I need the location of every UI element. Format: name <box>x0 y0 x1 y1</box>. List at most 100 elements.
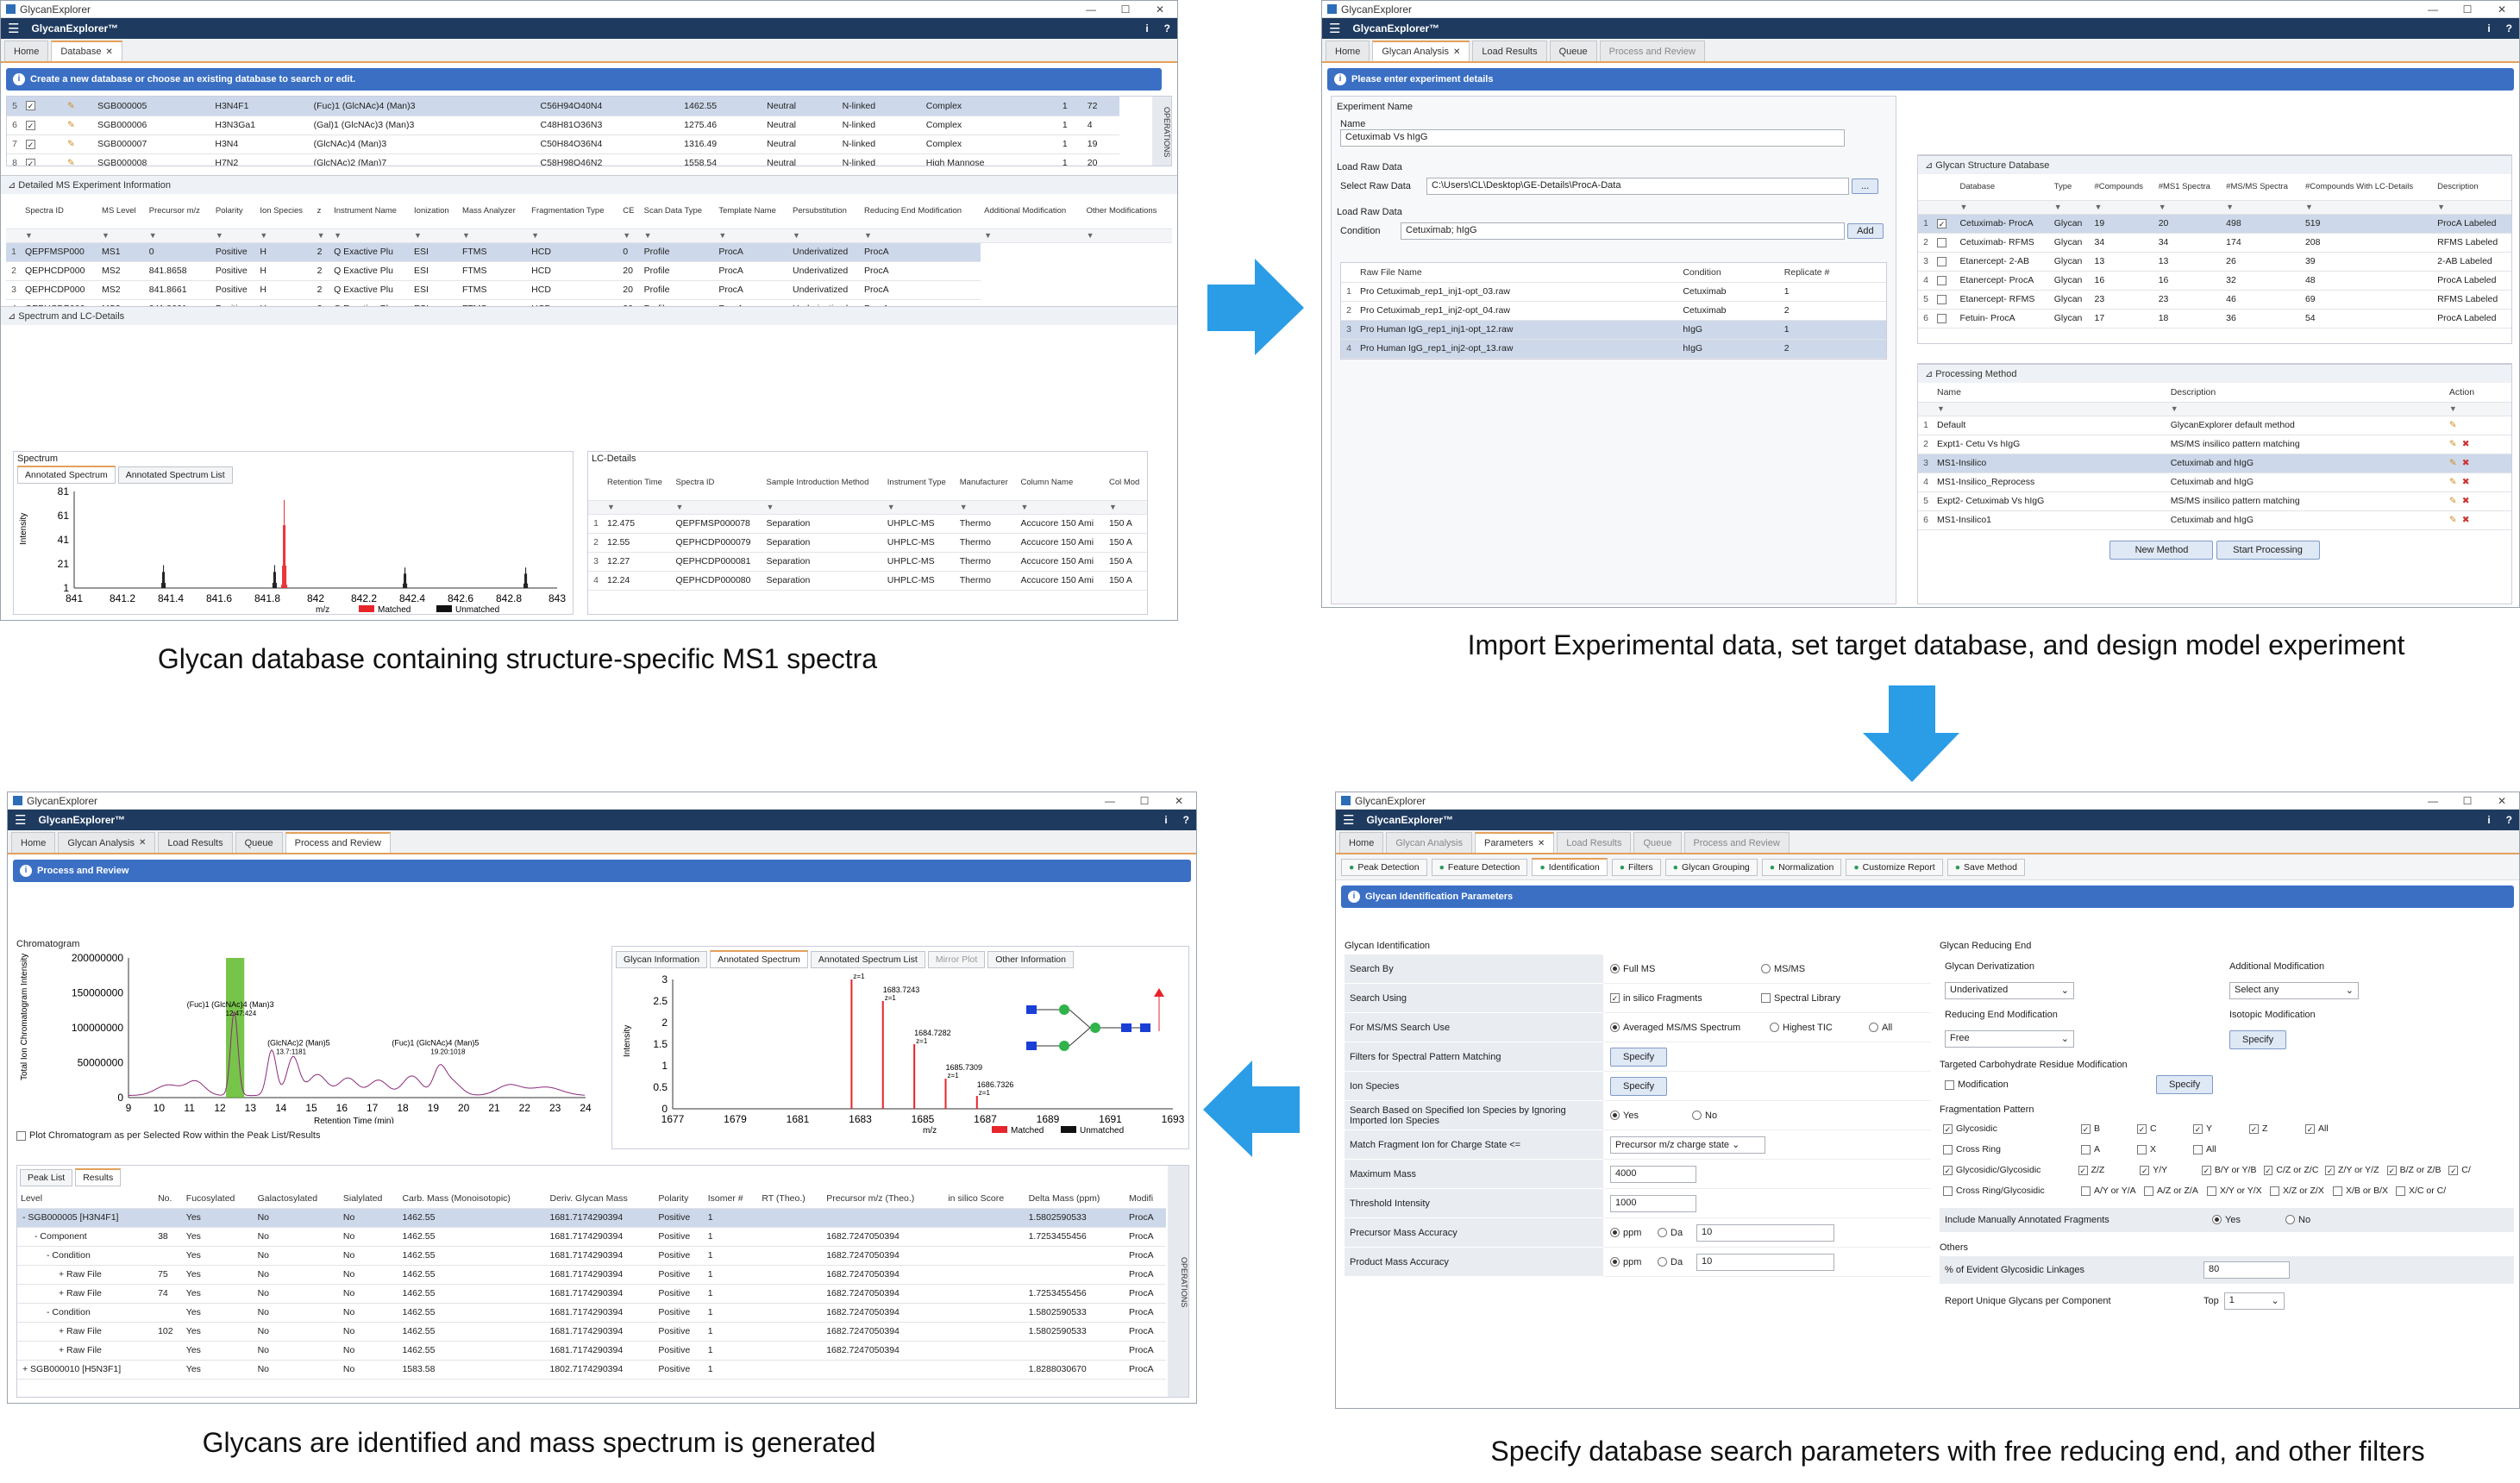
filter-cell[interactable]: ▼ <box>145 228 212 243</box>
help-icon[interactable]: ? <box>1183 814 1189 826</box>
table-row[interactable]: 6 MS1-Insilico1 Cetuximab and hIgG ✎ ✖ <box>1918 510 2511 530</box>
frag-checkbox[interactable] <box>1943 1144 1953 1154</box>
threshold-intensity-input[interactable]: 1000 <box>1610 1194 1696 1212</box>
tab-process-review[interactable]: Process and Review <box>1599 41 1705 61</box>
edit-icon[interactable]: ✎ <box>64 135 95 154</box>
column-header[interactable]: Scan Data Type <box>640 194 716 229</box>
tab-home[interactable]: Home <box>11 832 56 853</box>
table-row[interactable]: 8 ✓ ✎ SGB000008 H7N2 (GlcNAc)2 (Man)7 C58H98O4… <box>7 153 1119 166</box>
edit-icon[interactable]: ✎ <box>2449 458 2457 468</box>
column-header[interactable]: Replicate # <box>1780 263 1886 283</box>
column-header[interactable]: Sialylated <box>339 1189 399 1209</box>
column-header[interactable]: Additional Modification <box>981 194 1083 229</box>
column-header[interactable]: Carb. Mass (Monoisotopic) <box>398 1189 547 1209</box>
column-header[interactable]: Col Mod <box>1105 466 1147 501</box>
table-row[interactable]: 5 Expt2- Cetuximab Vs hIgG MS/MS insilico … <box>1918 491 2511 511</box>
filter-cell[interactable]: ▼ <box>981 228 1083 243</box>
filter-cell[interactable]: ▼ <box>1017 500 1106 515</box>
radio-button[interactable] <box>1658 1228 1667 1237</box>
toolbar-normalization-button[interactable]: ● Normalization <box>1761 858 1842 876</box>
checkbox[interactable]: ✓ <box>1610 993 1620 1003</box>
filter-cell[interactable]: ▼ <box>2222 200 2302 215</box>
table-row[interactable]: 4 Pro Human IgG_rep1_inj2-opt_13.raw hIgG 2 <box>1341 339 1886 359</box>
column-header[interactable]: Sample Introduction Method <box>762 466 884 501</box>
column-header[interactable]: RT (Theo.) <box>758 1189 824 1209</box>
filter-cell[interactable]: ▼ <box>619 228 641 243</box>
tab-process-review[interactable]: Process and Review <box>285 832 391 853</box>
column-header[interactable]: Type <box>2050 174 2091 201</box>
menu-icon[interactable]: ☰ <box>1329 21 1340 36</box>
column-header[interactable]: Level <box>17 1189 155 1209</box>
filter-cell[interactable] <box>1918 402 1934 416</box>
tab-queue[interactable]: Queue <box>1633 832 1682 853</box>
filter-cell[interactable]: ▼ <box>2166 402 2446 416</box>
filter-cell[interactable]: ▼ <box>762 500 884 515</box>
column-header[interactable]: Reducing End Modification <box>861 194 981 229</box>
table-row[interactable]: - Condition Yes No No 1462.55 1681.7174290394… <box>17 1246 1166 1266</box>
column-header[interactable]: Precursor m/z <box>145 194 212 229</box>
tab-database[interactable]: Database ✕ <box>51 41 122 61</box>
tab-mirror-plot[interactable]: Mirror Plot <box>927 951 986 968</box>
tab-glycan-analysis[interactable]: Glycan Analysis <box>1386 832 1472 853</box>
close-tab-icon[interactable]: ✕ <box>139 838 146 848</box>
radio-button[interactable] <box>1692 1111 1702 1120</box>
tab-home[interactable]: Home <box>4 41 49 61</box>
radio-button[interactable] <box>1770 1023 1779 1032</box>
table-row[interactable]: 4QEPHCDP000MS2841.8661PositiveH2Q Exacti… <box>6 299 1172 306</box>
edit-icon[interactable]: ✎ <box>2449 496 2457 506</box>
table-row[interactable]: 4 Etanercept- ProcA Glycan 16 16 32 48 ProcA La… <box>1918 271 2511 291</box>
tab-queue[interactable]: Queue <box>235 832 283 853</box>
close-tab-icon[interactable]: ✕ <box>105 47 112 57</box>
filter-cell[interactable]: ▼ <box>2091 200 2155 215</box>
table-row[interactable]: - Component 38 Yes No No 1462.55 1681.71742903… <box>17 1227 1166 1247</box>
column-header[interactable]: Name <box>1934 383 2167 403</box>
frag-checkbox[interactable]: ✓ <box>2386 1165 2397 1175</box>
maximize-button[interactable]: ☐ <box>1127 795 1162 807</box>
max-mass-input[interactable]: 4000 <box>1610 1165 1696 1183</box>
tab-load-results[interactable]: Load Results <box>1557 832 1632 853</box>
table-row[interactable]: 5 Etanercept- RFMS Glycan 23 23 46 69 RFMS Labe… <box>1918 290 2511 310</box>
column-header[interactable]: Persubstitution <box>789 194 861 229</box>
filter-cell[interactable]: ▼ <box>458 228 529 243</box>
plot-chromatogram-checkbox[interactable] <box>16 1130 26 1141</box>
column-header[interactable]: Template Name <box>715 194 790 229</box>
tab-glycan-analysis[interactable]: Glycan Analysis ✕ <box>58 832 156 853</box>
column-header[interactable]: Description <box>2166 383 2446 403</box>
column-header[interactable]: Raw File Name <box>1357 263 1680 283</box>
row-checkbox[interactable]: ✓ <box>22 116 65 135</box>
manual-no-radio[interactable] <box>2285 1215 2295 1224</box>
frag-checkbox[interactable]: ✓ <box>2448 1165 2459 1175</box>
add-button[interactable]: Add <box>1847 222 1884 239</box>
filter-cell[interactable]: ▼ <box>2445 402 2511 416</box>
frag-checkbox[interactable]: ✓ <box>2249 1123 2259 1134</box>
row-checkbox[interactable]: ✓ <box>1934 214 1957 234</box>
tab-annotated-spectrum-list[interactable]: Annotated Spectrum List <box>117 466 233 484</box>
info-icon[interactable]: i <box>1164 814 1167 826</box>
filter-cell[interactable]: ▼ <box>211 228 257 243</box>
checkbox-icon[interactable]: ✓ <box>1937 218 1946 228</box>
experiment-name-input[interactable]: Cetuximab Vs hIgG <box>1340 129 1845 147</box>
filter-cell[interactable]: ▼ <box>1082 228 1172 243</box>
manual-yes-radio[interactable] <box>2212 1215 2222 1224</box>
table-row[interactable]: 2 Pro Cetuximab_rep1_inj2-opt_04.raw Cetux… <box>1341 301 1886 321</box>
close-tab-icon[interactable]: ✕ <box>1538 839 1545 848</box>
minimize-button[interactable]: — <box>2416 795 2450 807</box>
table-row[interactable]: 1 Default GlycanExplorer default method ✎ <box>1918 416 2511 435</box>
row-checkbox[interactable]: ✓ <box>22 135 65 154</box>
toolbar-save-method-button[interactable]: ● Save Method <box>1946 858 2025 876</box>
column-header[interactable]: #MS/MS Spectra <box>2222 174 2302 201</box>
close-button[interactable]: ✕ <box>2485 3 2519 16</box>
filter-cell[interactable]: ▼ <box>1956 200 2051 215</box>
column-header[interactable]: CE <box>619 194 641 229</box>
radio-button[interactable] <box>1761 964 1771 973</box>
row-checkbox[interactable]: ✓ <box>22 153 65 166</box>
row-checkbox[interactable] <box>1934 290 1957 310</box>
edit-icon[interactable]: ✎ <box>2449 477 2457 487</box>
delete-icon[interactable]: ✖ <box>2462 477 2470 487</box>
column-header[interactable]: z <box>313 194 331 229</box>
derivatization-select[interactable]: Underivatized ⌄ <box>1945 982 2074 999</box>
checkbox-icon[interactable] <box>1937 313 1946 323</box>
operations-sidebar[interactable]: OPERATIONS <box>1168 1166 1188 1397</box>
table-row[interactable]: 2 Expt1- Cetu Vs hIgG MS/MS insilico patte… <box>1918 435 2511 454</box>
tab-annotated-spectrum-list[interactable]: Annotated Spectrum List <box>810 951 925 968</box>
